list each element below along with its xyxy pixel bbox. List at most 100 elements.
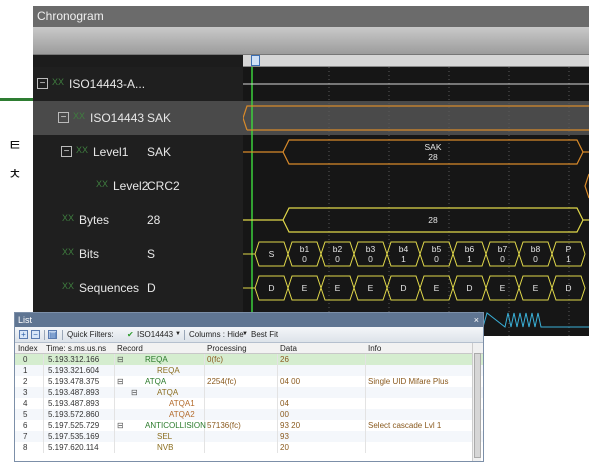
- table-row[interactable]: 8 5.197.620.114 NVB 20: [15, 442, 483, 453]
- bit-label: b6: [465, 244, 475, 254]
- vertical-scrollbar[interactable]: [472, 343, 481, 461]
- column-header-time[interactable]: Time: s.ms.us.ns: [46, 344, 106, 353]
- collapse-toggle-icon[interactable]: −: [58, 112, 69, 123]
- chevron-down-icon[interactable]: ▼: [175, 327, 181, 342]
- collapse-toggle-icon[interactable]: ⊟: [131, 388, 138, 397]
- signal-row[interactable]: XX Sequences D: [33, 271, 243, 305]
- column-divider: [365, 354, 366, 365]
- toolbar-separator: [44, 330, 45, 340]
- column-header-info[interactable]: Info: [368, 344, 381, 353]
- column-divider: [204, 398, 205, 409]
- row-index: 7: [23, 432, 28, 441]
- signal-row[interactable]: − XX ISO14443 SAK: [33, 101, 243, 135]
- best-fit-button[interactable]: Best Fit: [251, 327, 278, 342]
- row-time: 5.193.487.893: [48, 399, 100, 408]
- bit-value: 0: [500, 254, 505, 264]
- row-data: 20: [280, 443, 289, 452]
- level1-bus-segment: [243, 139, 589, 165]
- row-index: 6: [23, 421, 28, 430]
- signal-type-icon: XX: [96, 179, 109, 189]
- table-row[interactable]: 2 5.193.478.375 ⊟ ATQA 2254(fc) 04 00 Single U…: [15, 376, 483, 387]
- cursor-marker[interactable]: [251, 55, 260, 66]
- sequence-label: E: [500, 283, 506, 293]
- column-header-processing[interactable]: Processing: [207, 344, 247, 353]
- signal-value: S: [147, 247, 156, 261]
- collapse-toggle-icon[interactable]: ⊟: [117, 421, 124, 430]
- bit-label: b2: [333, 244, 343, 254]
- column-divider: [277, 442, 278, 453]
- sequence-label: D: [565, 283, 571, 293]
- sequence-label: D: [268, 283, 274, 293]
- column-divider: [277, 376, 278, 387]
- collapse-toggle-icon[interactable]: ⊟: [117, 355, 124, 364]
- row-data: 00: [280, 410, 289, 419]
- bit-value: 0: [533, 254, 538, 264]
- signal-value: CRC2: [147, 179, 180, 193]
- bytes-bus-segment: [243, 207, 589, 233]
- table-row[interactable]: 3 5.193.487.893 ⊟ ATQA: [15, 387, 483, 398]
- raw-signal-trace: [474, 311, 589, 329]
- signal-name: Level2: [113, 179, 149, 193]
- column-header-record[interactable]: Record: [117, 344, 143, 353]
- row-record: SEL: [157, 432, 173, 441]
- list-window: List × + − ▤ Quick Filters: ✔ ISO14443 ▼…: [14, 312, 484, 462]
- signal-name: Sequences: [79, 281, 140, 295]
- close-icon[interactable]: ×: [474, 313, 479, 327]
- column-divider: [365, 387, 366, 398]
- row-index: 2: [23, 377, 28, 386]
- chevron-down-icon[interactable]: ▼: [242, 327, 248, 342]
- collapse-toggle-icon[interactable]: ⊟: [117, 377, 124, 386]
- bit-label: P: [566, 244, 572, 254]
- bit-value: 0: [368, 254, 373, 264]
- signal-row[interactable]: − XX ISO14443-A...: [33, 67, 243, 101]
- signal-value: D: [147, 281, 156, 295]
- bit-value: 1: [566, 254, 571, 264]
- column-divider: [365, 365, 366, 376]
- row-index: 3: [23, 388, 28, 397]
- column-divider: [43, 398, 44, 409]
- signal-row[interactable]: − XX Level1 SAK: [33, 135, 243, 169]
- signal-row[interactable]: XX Bits S: [33, 237, 243, 271]
- column-divider: [43, 365, 44, 376]
- scrollbar-thumb[interactable]: [474, 353, 481, 458]
- bit-label: b3: [366, 244, 376, 254]
- collapse-all-icon[interactable]: −: [31, 330, 40, 339]
- signal-value: 28: [147, 213, 161, 227]
- list-header: Index Time: s.ms.us.ns Record Processing…: [15, 343, 483, 354]
- table-row[interactable]: 0 5.193.312.166 ⊟ REQA 0(fc) 26: [15, 354, 483, 365]
- signal-row[interactable]: XX Bytes 28: [33, 203, 243, 237]
- table-row[interactable]: 7 5.197.535.169 SEL 93: [15, 431, 483, 442]
- signal-row[interactable]: XX Level2 CRC2: [33, 169, 243, 203]
- row-time: 5.193.312.166: [48, 355, 100, 364]
- table-row[interactable]: 4 5.193.487.893 ATQA1 04: [15, 398, 483, 409]
- table-row[interactable]: 1 5.193.321.604 REQA: [15, 365, 483, 376]
- column-divider: [277, 354, 278, 365]
- row-record: REQA: [145, 355, 168, 364]
- column-header-data[interactable]: Data: [280, 344, 297, 353]
- column-divider: [365, 376, 366, 387]
- column-divider: [204, 354, 205, 365]
- waveform-panel[interactable]: SAK 28 28 Sb1 0 b2 0 b3 0 b4 1 b5 0 b6 1 b7 0 b8 0 P 1 D E E E D E…: [243, 67, 589, 336]
- export-icon[interactable]: ▤: [48, 330, 57, 339]
- signal-type-icon: XX: [52, 77, 65, 87]
- row-time: 5.193.487.893: [48, 388, 100, 397]
- time-ruler[interactable]: [243, 55, 589, 67]
- row-processing: 0(fc): [207, 355, 223, 364]
- quick-filters-label: Quick Filters:: [67, 330, 114, 339]
- collapse-toggle-icon[interactable]: −: [61, 146, 72, 157]
- row-data: 04: [280, 399, 289, 408]
- collapse-toggle-icon[interactable]: −: [37, 78, 48, 89]
- signal-type-icon: XX: [62, 281, 75, 291]
- column-divider: [277, 387, 278, 398]
- columns-hide-button[interactable]: Columns : Hide: [189, 327, 244, 342]
- table-row[interactable]: 6 5.197.525.729 ⊟ ANTICOLLISION 57136(fc) 93 …: [15, 420, 483, 431]
- signal-name: Level1: [93, 145, 129, 159]
- column-header-index[interactable]: Index: [18, 344, 38, 353]
- column-divider: [365, 431, 366, 442]
- bit-label: b7: [498, 244, 508, 254]
- bit-label: S: [269, 249, 275, 259]
- bit-value: 0: [434, 254, 439, 264]
- filter-dropdown[interactable]: ISO14443: [137, 327, 173, 342]
- table-row[interactable]: 5 5.193.572.860 ATQA2 00: [15, 409, 483, 420]
- expand-all-icon[interactable]: +: [19, 330, 28, 339]
